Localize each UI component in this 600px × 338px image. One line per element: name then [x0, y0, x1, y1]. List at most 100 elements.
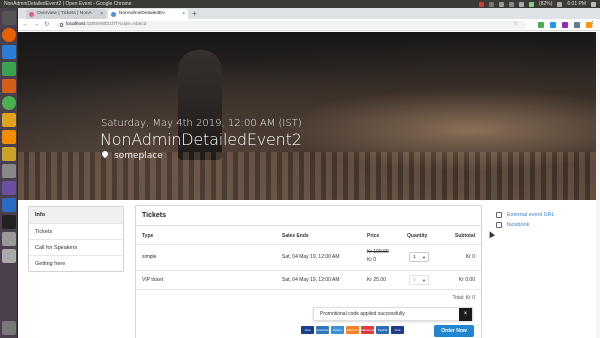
drive-icon[interactable]: [2, 249, 16, 263]
bluetooth-icon[interactable]: [509, 2, 515, 8]
settings-gear-icon[interactable]: [591, 2, 596, 8]
app-launcher: [0, 8, 18, 338]
favicon-icon: [29, 11, 34, 17]
amazon-icon[interactable]: [2, 147, 16, 161]
tickets-heading: Tickets: [136, 206, 481, 226]
tab-title: NonAdminDetailedEv: [119, 11, 165, 16]
files-icon[interactable]: [2, 113, 16, 127]
chevron-down-icon: ▼: [422, 255, 426, 260]
scrollbar[interactable]: [596, 32, 600, 338]
forward-button[interactable]: →: [33, 20, 40, 30]
battery-icon[interactable]: [529, 2, 535, 8]
firefox-icon[interactable]: [2, 28, 16, 42]
calc-icon[interactable]: [2, 62, 16, 76]
tab-overview[interactable]: Overview | Tickets | NonA ×: [26, 9, 106, 19]
quantity-value: 1: [413, 255, 416, 260]
tab-strip: Overview | Tickets | NonA × NonAdminDeta…: [18, 8, 600, 19]
web-page: Saturday, May 4th 2019, 12:00 AM (IST) N…: [18, 32, 600, 338]
link-icon: [496, 212, 502, 218]
quantity-select[interactable]: 1 ▼: [409, 252, 429, 262]
dash-icon[interactable]: [2, 11, 16, 25]
tickets-table-header: Type Sales Ends Price Quantity Subtotal: [136, 233, 481, 243]
order-now-button[interactable]: Order Now: [434, 325, 474, 337]
quantity-select[interactable]: 0 ▼: [409, 275, 429, 285]
extensions: [538, 22, 592, 28]
info-icon[interactable]: [60, 23, 63, 27]
ticket-subtotal: Kr 0: [465, 254, 475, 260]
url-host: localhost: [66, 22, 85, 27]
back-button[interactable]: ←: [22, 20, 29, 30]
menu-item-getting-here[interactable]: Getting here: [29, 255, 123, 271]
order-total: Total: Kr 0: [452, 295, 475, 301]
mastercard-icon: Mastercard: [361, 326, 374, 334]
app-icon[interactable]: [2, 181, 16, 195]
ubuntu-software-icon[interactable]: [2, 130, 16, 144]
tab-close-icon[interactable]: ×: [100, 9, 103, 19]
col-subtotal: Subtotal: [455, 233, 475, 239]
ticket-type: simple: [142, 254, 157, 260]
extension-icon[interactable]: [574, 22, 580, 28]
paypal-icon: PayPal: [376, 326, 389, 334]
extension-icon[interactable]: [538, 22, 544, 28]
extension-icon[interactable]: [562, 22, 568, 28]
indicator-icon[interactable]: [479, 2, 485, 8]
battery-level: (82%): [539, 1, 553, 7]
ticket-original-price: Kr 100.00: [367, 249, 389, 255]
trash-icon[interactable]: [2, 321, 16, 335]
browser-window: Overview | Tickets | NonA × NonAdminDeta…: [18, 8, 600, 338]
diners-club-icon: Diners Club: [331, 326, 344, 334]
new-tab-button[interactable]: +: [192, 9, 197, 19]
url-path: :4200/e/8f31f7f?code=Ab6cd: [84, 22, 147, 27]
event-date: Saturday, May 4th 2019, 12:00 AM (IST): [101, 118, 302, 129]
impress-icon[interactable]: [2, 79, 16, 93]
visa-icon: Visa: [391, 326, 404, 334]
event-location: someplace: [100, 149, 163, 161]
map-pin-icon: [100, 149, 110, 159]
window-title: NonAdminDetailedEvent2 | Open Event - Go…: [4, 1, 132, 7]
bookmark-star-icon[interactable]: ☆: [513, 20, 518, 27]
ticket-type: VIP ticket: [142, 277, 164, 283]
external-event-url-label: External event URL: [507, 212, 555, 218]
promo-code-message: Promotional code applied successfully ×: [313, 307, 473, 321]
clock[interactable]: 6:01 PM: [567, 0, 586, 8]
col-type: Type: [142, 233, 154, 239]
tab-close-icon[interactable]: ×: [182, 9, 185, 19]
chrome-icon[interactable]: [2, 96, 16, 110]
menu-item-info[interactable]: Info: [29, 207, 123, 223]
tickets-card: Tickets Type Sales Ends Price Quantity S…: [135, 205, 482, 338]
col-quantity: Quantity: [407, 233, 428, 239]
os-top-bar: NonAdminDetailedEvent2 | Open Event - Go…: [0, 0, 600, 8]
external-event-url-link[interactable]: External event URL: [496, 210, 555, 220]
event-title: NonAdminDetailedEvent2: [100, 130, 302, 149]
mouse-cursor: [487, 230, 495, 238]
col-price: Price: [367, 233, 380, 239]
chrome-menu-icon[interactable]: ⋮: [589, 20, 596, 30]
event-side-menu: Info Tickets Call for Speakers Getting h…: [28, 206, 124, 272]
promo-message-text: Promotional code applied successfully: [320, 311, 405, 317]
extension-icon[interactable]: [550, 22, 556, 28]
address-bar[interactable]: localhost:4200/e/8f31f7f?code=Ab6cd: [57, 21, 527, 29]
col-sales-ends: Sales Ends: [282, 233, 309, 239]
reload-button[interactable]: ↻: [44, 20, 49, 30]
menu-item-tickets[interactable]: Tickets: [29, 223, 123, 239]
payment-methods: Visa Electron American Express Diners Cl…: [301, 326, 404, 334]
amex-icon: American Express: [316, 326, 329, 334]
writer-icon[interactable]: [2, 45, 16, 59]
volume-icon[interactable]: [557, 2, 563, 8]
drive-icon[interactable]: [2, 232, 16, 246]
keyboard-icon[interactable]: [499, 2, 505, 8]
facebook-link[interactable]: facebook: [496, 220, 555, 230]
discover-icon: Discover: [346, 326, 359, 334]
close-icon[interactable]: ×: [459, 308, 472, 321]
code-editor-icon[interactable]: [2, 198, 16, 212]
network-icon[interactable]: [489, 2, 495, 8]
menu-item-call-for-speakers[interactable]: Call for Speakers: [29, 239, 123, 255]
table-row: VIP ticket Sat, 04 May 19, 12:00 AM Kr 2…: [136, 270, 481, 290]
system-settings-icon[interactable]: [2, 164, 16, 178]
quantity-value: 0: [413, 278, 416, 283]
visa-electron-icon: Visa Electron: [301, 326, 314, 334]
wifi-icon[interactable]: [519, 2, 525, 8]
tab-event[interactable]: NonAdminDetailedEv ×: [108, 9, 188, 19]
ticket-sales-ends: Sat, 04 May 19, 12:00 AM: [282, 277, 340, 283]
terminal-icon[interactable]: [2, 215, 16, 229]
